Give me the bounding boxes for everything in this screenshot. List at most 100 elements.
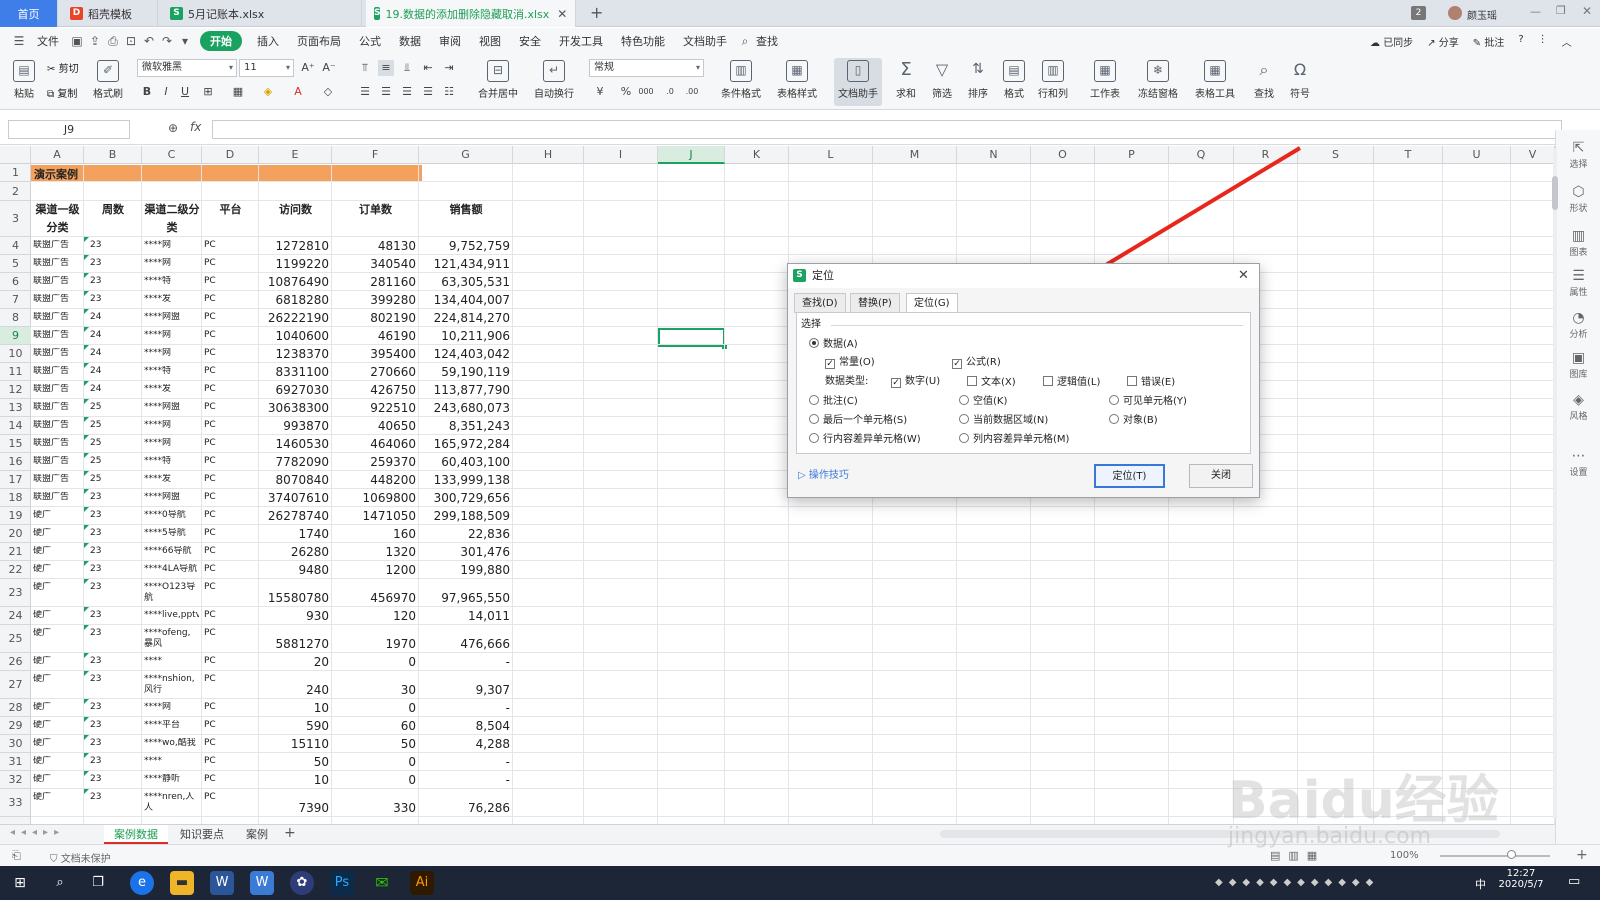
side-panel-item[interactable]: ☰ 属性: [1556, 268, 1600, 298]
cell-b[interactable]: 25: [90, 474, 143, 485]
cell-d[interactable]: PC: [204, 628, 256, 639]
cell-e[interactable]: 26278740: [261, 511, 329, 522]
cell-e[interactable]: 7390: [261, 803, 329, 814]
cell-g[interactable]: 121,434,911: [421, 259, 510, 270]
cell-f[interactable]: 1970: [334, 639, 416, 650]
sheet-tab-case[interactable]: 案例: [236, 825, 278, 844]
cell-c[interactable]: ****网盟: [144, 492, 199, 503]
cell-g[interactable]: 113,877,790: [421, 385, 510, 396]
cell-c[interactable]: ****0导航: [144, 510, 199, 521]
column-header-P[interactable]: P: [1095, 146, 1169, 164]
cell-g[interactable]: 59,190,119: [421, 367, 510, 378]
row-header[interactable]: 19: [0, 507, 31, 525]
cell-d[interactable]: PC: [204, 294, 256, 305]
cell-a[interactable]: 联盟广告: [33, 438, 81, 449]
row-header[interactable]: 25: [0, 625, 31, 653]
sum-button[interactable]: Σ 求和: [886, 58, 926, 106]
sheet-tab-case-data[interactable]: 案例数据: [104, 825, 168, 844]
wrap-text-button[interactable]: ↵ 自动换行: [529, 58, 579, 106]
cell-e[interactable]: 993870: [261, 421, 329, 432]
cell-b[interactable]: 23: [90, 582, 143, 593]
increase-indent-icon[interactable]: ⇥: [441, 60, 457, 76]
cell-c[interactable]: ****网: [144, 420, 199, 431]
cell-d[interactable]: PC: [204, 312, 256, 323]
cell-f[interactable]: 1471050: [334, 511, 416, 522]
goto-ok-button[interactable]: 定位(T): [1094, 464, 1165, 488]
cell-f[interactable]: 448200: [334, 475, 416, 486]
column-header-D[interactable]: D: [202, 146, 259, 164]
cell-a[interactable]: 硬广: [33, 628, 81, 639]
row-header[interactable]: 29: [0, 717, 31, 735]
cell-c[interactable]: ****网: [144, 240, 199, 251]
zoom-in-icon[interactable]: +: [1576, 847, 1588, 863]
cell-d[interactable]: PC: [204, 792, 256, 803]
row-header[interactable]: 24: [0, 607, 31, 625]
row-header[interactable]: 14: [0, 417, 31, 435]
cell-e[interactable]: 1040600: [261, 331, 329, 342]
column-header-C[interactable]: C: [142, 146, 202, 164]
radio-blank[interactable]: 空值(K): [959, 395, 1007, 408]
column-header-S[interactable]: S: [1298, 146, 1374, 164]
fill-color-icon[interactable]: ◈: [260, 84, 276, 100]
close-button[interactable]: 关闭: [1189, 464, 1253, 488]
menu-view[interactable]: 视图: [470, 33, 510, 49]
cell-f[interactable]: 340540: [334, 259, 416, 270]
select-all-corner[interactable]: [0, 146, 31, 164]
cell-style-icon[interactable]: ▦: [230, 84, 246, 100]
cell-e[interactable]: 37407610: [261, 493, 329, 504]
cell-a[interactable]: 联盟广告: [33, 384, 81, 395]
cell-g[interactable]: -: [421, 703, 510, 714]
cell-f[interactable]: 1069800: [334, 493, 416, 504]
align-left-icon[interactable]: ☰: [357, 84, 373, 100]
font-name-select[interactable]: 微软雅黑: [137, 59, 237, 77]
cell-e[interactable]: 7782090: [261, 457, 329, 468]
row-header[interactable]: 23: [0, 579, 31, 607]
cell-d[interactable]: PC: [204, 582, 256, 593]
cell-b[interactable]: 24: [90, 348, 143, 359]
cell-c[interactable]: ****nshion,风行: [144, 674, 199, 696]
cell-c[interactable]: ****发: [144, 384, 199, 395]
cell-a[interactable]: 硬广: [33, 528, 81, 539]
worksheet-button[interactable]: ▦ 工作表: [1082, 58, 1128, 106]
cell-c[interactable]: ****4LA导航: [144, 564, 199, 575]
cell-g[interactable]: 10,211,906: [421, 331, 510, 342]
cell-g[interactable]: 9,307: [421, 685, 510, 696]
cell-g[interactable]: 4,288: [421, 739, 510, 750]
row-header[interactable]: 5: [0, 255, 31, 273]
cell-a[interactable]: 联盟广告: [33, 456, 81, 467]
cell-c[interactable]: ****特: [144, 456, 199, 467]
cell-d[interactable]: PC: [204, 702, 256, 713]
cell-e[interactable]: 26280: [261, 547, 329, 558]
cell-d[interactable]: PC: [204, 674, 256, 685]
cell-f[interactable]: 464060: [334, 439, 416, 450]
cell-b[interactable]: 23: [90, 294, 143, 305]
decrease-indent-icon[interactable]: ⇤: [420, 60, 436, 76]
cell-g[interactable]: 300,729,656: [421, 493, 510, 504]
cell-b[interactable]: 25: [90, 402, 143, 413]
cell-g[interactable]: -: [421, 657, 510, 668]
window-count-badge[interactable]: 2: [1411, 6, 1426, 20]
row-header[interactable]: 7: [0, 291, 31, 309]
number-format-select[interactable]: 常规: [589, 59, 704, 77]
tab-replace[interactable]: 替换(P): [850, 293, 900, 313]
row-header[interactable]: 21: [0, 543, 31, 561]
row-header[interactable]: 9: [0, 327, 31, 345]
increase-font-icon[interactable]: A⁺: [300, 60, 316, 76]
cell-e[interactable]: 6818280: [261, 295, 329, 306]
minimize-icon[interactable]: —: [1530, 5, 1541, 18]
cell-f[interactable]: 922510: [334, 403, 416, 414]
cell-c[interactable]: ****nren,人人: [144, 792, 199, 814]
radio-visible-cells[interactable]: 可见单元格(Y): [1109, 395, 1187, 408]
cell-a[interactable]: 联盟广告: [33, 312, 81, 323]
cell-b[interactable]: 23: [90, 610, 143, 621]
cell-e[interactable]: 20: [261, 657, 329, 668]
row-header[interactable]: 10: [0, 345, 31, 363]
browser-icon[interactable]: e: [130, 871, 154, 895]
cell-a[interactable]: 硬广: [33, 792, 81, 803]
column-header-M[interactable]: M: [873, 146, 957, 164]
cell-d[interactable]: PC: [204, 276, 256, 287]
cell-f[interactable]: 426750: [334, 385, 416, 396]
row-header[interactable]: 12: [0, 381, 31, 399]
cell-b[interactable]: 23: [90, 738, 143, 749]
border-icon[interactable]: ⊞: [200, 84, 216, 100]
